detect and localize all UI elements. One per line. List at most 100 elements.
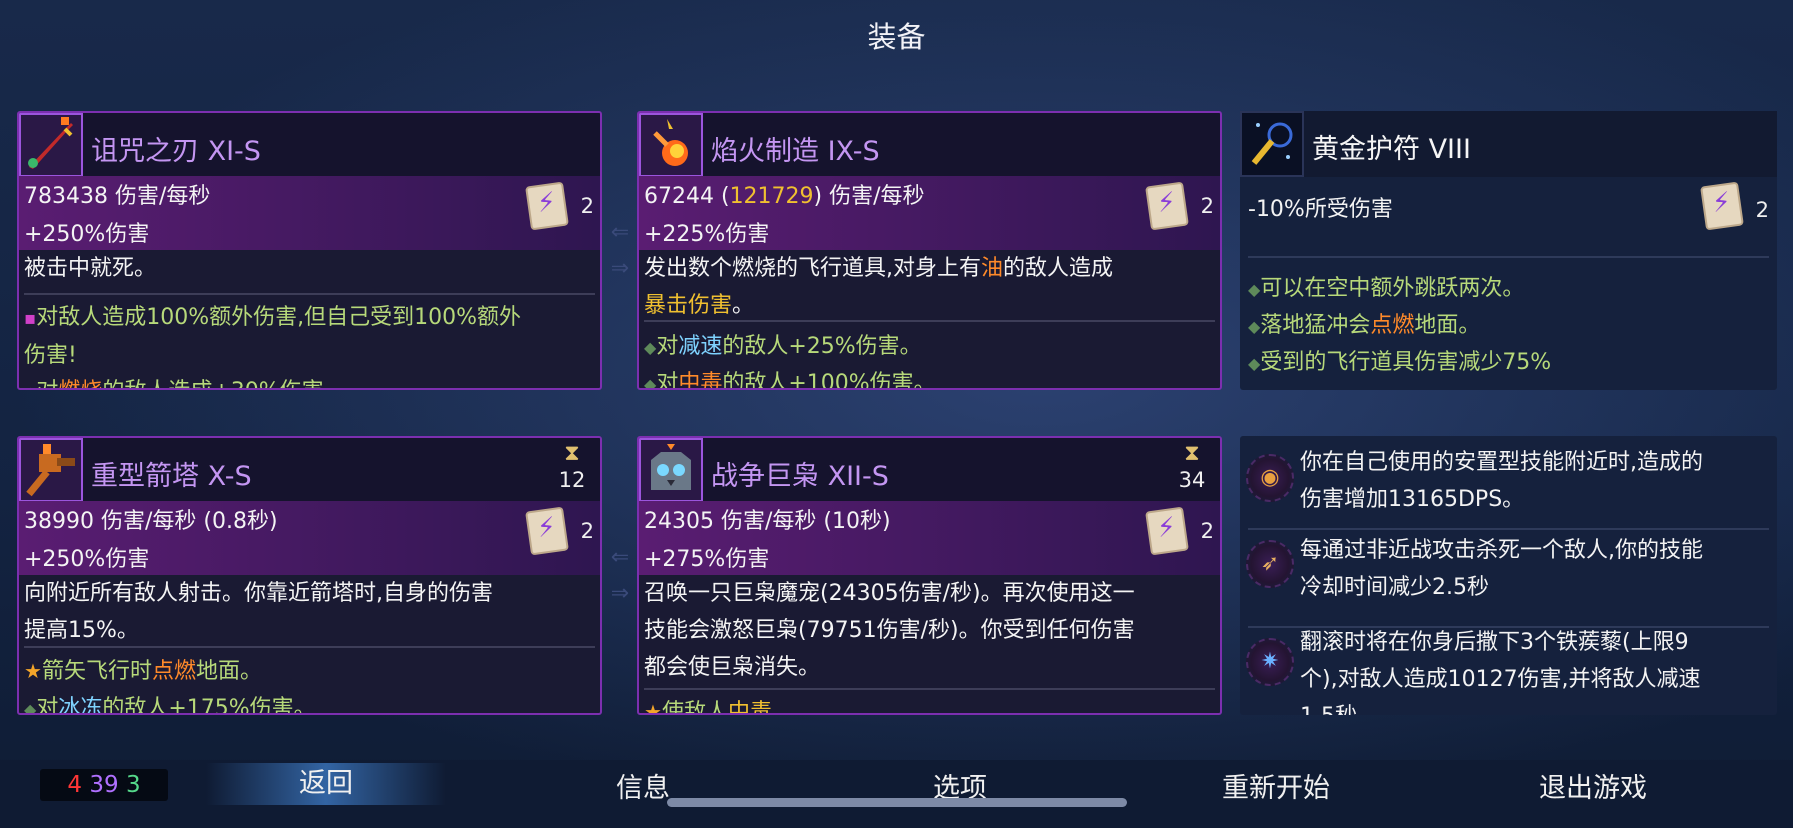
stat-band: 67244 (121729) 伤害/每秒 +225%伤害 2 — [639, 176, 1220, 250]
perks-panel[interactable]: ◉ 你在自己使用的安置型技能附近时,造成的 伤害增加13165DPS。 ➶ 每通过… — [1240, 436, 1777, 715]
scroll-count: 2 — [1200, 194, 1214, 218]
scroll-icon — [525, 181, 569, 231]
firework-icon — [639, 113, 703, 177]
dps-stat: 24305 伤害/每秒 (10秒) — [644, 509, 891, 534]
dps-stat: 783438 伤害/每秒 — [24, 184, 211, 209]
dps-stat: 67244 (121729) 伤害/每秒 — [644, 184, 925, 209]
quit-button[interactable]: 退出游戏 — [1473, 766, 1713, 805]
damage-bonus: +250%伤害 — [24, 222, 150, 247]
cooldown-indicator: ⧗ 12 — [552, 440, 592, 492]
damage-bonus: +250%伤害 — [24, 547, 150, 572]
link-arrow-right-icon: ⇒ — [610, 581, 630, 606]
skill-card-war-owl[interactable]: 战争巨枭 XII-S ⧗ 34 24305 伤害/每秒 (10秒) +275%伤害… — [637, 436, 1222, 715]
perk-text: 每通过非近战攻击杀死一个敌人,你的技能 冷却时间减少2.5秒 — [1300, 538, 1703, 600]
bullet-icon: ◆ — [644, 338, 657, 357]
hourglass-icon: ⧗ — [564, 441, 580, 466]
stat-band: 24305 伤害/每秒 (10秒) +275%伤害 2 — [639, 501, 1220, 575]
item-description: 发出数个燃烧的飞行道具,对身上有油的敌人造成 暴击伤害。 — [644, 256, 1114, 318]
card-header: 黄金护符 VIII — [1240, 111, 1777, 177]
scroll-count: 2 — [580, 194, 594, 218]
item-description: 被击中就死。 — [24, 256, 157, 281]
modifier: ◆受到的飞行道具伤害减少75% — [1248, 350, 1552, 375]
damage-bonus: +225%伤害 — [644, 222, 770, 247]
red-scroll-count: 4 — [67, 772, 83, 798]
screen-title: 装备 — [867, 20, 926, 54]
cursed-sword-icon — [19, 113, 83, 177]
cooldown-seconds: 34 — [1178, 468, 1206, 492]
link-arrow-left-icon: ⇐ — [610, 545, 630, 570]
scroll-count: 2 — [1200, 519, 1214, 543]
item-name: 战争巨枭 XII-S — [711, 461, 889, 492]
modifier: ▪对敌人造成100%额外伤害,但自己受到100%额外 伤害! — [24, 305, 521, 368]
bullet-icon: ▪ — [24, 308, 37, 329]
perk-row[interactable]: ◉ 你在自己使用的安置型技能附近时,造成的 伤害增加13165DPS。 — [1240, 436, 1777, 528]
dps-stat: 38990 伤害/每秒 (0.8秒) — [24, 509, 278, 534]
bullet-icon: ◆ — [1248, 354, 1261, 373]
eye-rune-icon: ◉ — [1246, 454, 1294, 502]
caltrops-rune-icon: ✷ — [1246, 638, 1294, 686]
war-owl-icon — [639, 438, 703, 502]
modifier: ◆落地猛冲会点燃地面。 — [1248, 313, 1481, 338]
perk-row[interactable]: ➶ 每通过非近战攻击杀死一个敌人,你的技能 冷却时间减少2.5秒 — [1240, 530, 1777, 610]
perk-row[interactable]: ✷ 翻滚时将在你身后撒下3个铁蒺藜(上限9 个),对敌人造成10127伤害,并将敌… — [1240, 628, 1777, 715]
skill-card-heavy-turret[interactable]: 重型箭塔 X-S ⧗ 12 38990 伤害/每秒 (0.8秒) +250%伤害 … — [17, 436, 602, 715]
bullet-icon: ◆ — [1248, 317, 1261, 336]
divider — [1248, 256, 1769, 258]
modifier: ◆对中毒的敌人+100%伤害。 — [644, 365, 1212, 390]
star-icon: ★ — [24, 659, 42, 683]
divider — [644, 320, 1215, 322]
purple-scroll-count: 39 — [89, 772, 119, 798]
scroll-counter: 4 39 3 — [40, 769, 168, 801]
divider — [24, 646, 595, 648]
modifier: ◆可以在空中额外跳跃两次。 — [1248, 276, 1525, 301]
cooldown-seconds: 12 — [558, 468, 586, 492]
item-name: 重型箭塔 X-S — [91, 461, 252, 492]
item-name: 诅咒之刃 XI-S — [91, 136, 261, 167]
perk-text: 你在自己使用的安置型技能附近时,造成的 伤害增加13165DPS。 — [1300, 450, 1703, 512]
weapon-card-cursed-sword[interactable]: 诅咒之刃 XI-S 783438 伤害/每秒 +250%伤害 2 被击中就死。 … — [17, 111, 602, 390]
modifier: ★使敌人中毒 — [644, 694, 1212, 715]
item-description: 召唤一只巨枭魔宠(24305伤害/秒)。再次使用这一 技能会激怒巨枭(79751伤… — [644, 581, 1135, 680]
bullet-icon: ◆ — [644, 375, 657, 390]
back-button[interactable]: 返回 — [206, 763, 446, 805]
cooldown-indicator: ⧗ 34 — [1172, 440, 1212, 492]
weapon-card-firework-maker[interactable]: 焰火制造 IX-S 67244 (121729) 伤害/每秒 +225%伤害 2… — [637, 111, 1222, 390]
damage-reduction-stat: -10%所受伤害 — [1248, 197, 1393, 222]
card-header: 重型箭塔 X-S ⧗ 12 — [19, 438, 600, 502]
star-icon: ★ — [644, 700, 662, 715]
bow-rune-icon: ➶ — [1246, 540, 1294, 588]
bullet-icon: ◆ — [24, 383, 36, 388]
bullet-icon: ◆ — [1248, 280, 1261, 299]
perk-text: 翻滚时将在你身后撒下3个铁蒺藜(上限9 个),对敌人造成10127伤害,并将敌人减… — [1300, 630, 1701, 715]
item-name: 黄金护符 VIII — [1312, 134, 1471, 165]
scroll-count: 2 — [1755, 198, 1769, 222]
scroll-icon — [525, 506, 569, 556]
scroll-icon — [1145, 506, 1189, 556]
card-header: 焰火制造 IX-S — [639, 113, 1220, 177]
bullet-icon: ◆ — [24, 700, 37, 715]
scroll-icon — [1145, 181, 1189, 231]
divider — [24, 293, 595, 295]
amulet-card-golden-talisman[interactable]: 黄金护符 VIII -10%所受伤害 2 ◆可以在空中额外跳跃两次。 ◆落地猛冲… — [1240, 111, 1777, 390]
stat-band: 38990 伤害/每秒 (0.8秒) +250%伤害 2 — [19, 501, 600, 575]
link-arrow-right-icon: ⇒ — [610, 256, 630, 281]
modifier: ◆对燃烧的敌人造成+30%伤害 — [24, 373, 592, 388]
item-description: 向附近所有敌人射击。你靠近箭塔时,自身的伤害 提高15%。 — [24, 581, 493, 643]
heavy-turret-icon — [19, 438, 83, 502]
home-indicator[interactable] — [667, 798, 1127, 807]
damage-bonus: +275%伤害 — [644, 547, 770, 572]
item-name: 焰火制造 IX-S — [711, 136, 880, 167]
stat-band: 783438 伤害/每秒 +250%伤害 2 — [19, 176, 600, 250]
card-header: 诅咒之刃 XI-S — [19, 113, 600, 177]
green-scroll-count: 3 — [125, 772, 141, 798]
modifier: ◆对冰冻的敌人+175%伤害。 — [24, 690, 592, 715]
golden-amulet-icon — [1240, 111, 1304, 177]
divider — [644, 688, 1215, 690]
card-header: 战争巨枭 XII-S ⧗ 34 — [639, 438, 1220, 502]
link-arrow-left-icon: ⇐ — [610, 220, 630, 245]
hourglass-icon: ⧗ — [1184, 441, 1200, 466]
scroll-count: 2 — [580, 519, 594, 543]
restart-button[interactable]: 重新开始 — [1156, 766, 1396, 805]
scroll-icon — [1700, 181, 1744, 231]
modifier: ★箭矢飞行时点燃地面。 — [24, 659, 262, 684]
